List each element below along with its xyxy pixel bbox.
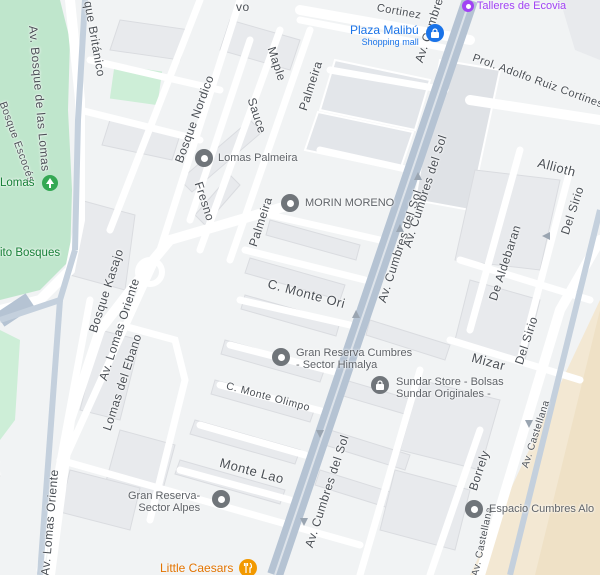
road-label-partial: vo — [236, 0, 250, 14]
poi-sublabel: Shopping mall — [361, 37, 419, 47]
poi-sublabel: Sector Alpes — [138, 502, 201, 514]
shopping-bag-icon[interactable] — [426, 24, 444, 42]
shopping-bag-icon[interactable] — [371, 376, 389, 394]
poi-label: Gran Reserva Cumbres — [296, 347, 413, 359]
location-pin-icon[interactable] — [281, 194, 299, 212]
poi-plaza-malibu[interactable]: Plaza Malibú Shopping mall — [350, 23, 419, 47]
poi-sundar-store[interactable]: Sundar Store - Bolsas Sundar Originales … — [396, 376, 504, 400]
poi-espacio-cumbres[interactable]: Espacio Cumbres Alo — [489, 503, 594, 515]
poi-gran-reserva-alpes[interactable]: Gran Reserva- Sector Alpes — [128, 490, 200, 514]
location-pin-icon[interactable] — [212, 490, 230, 508]
poi-label: Plaza Malibú — [350, 23, 419, 37]
poi-lomas-palmeira[interactable]: Lomas Palmeira — [218, 152, 297, 164]
poi-little-caesars[interactable]: Little Caesars — [160, 561, 233, 575]
poi-morin-moreno[interactable]: MORIN MORENO — [305, 197, 394, 209]
map-canvas[interactable]: Av. Cumbres del Sol Av. Cumbres del Sol … — [0, 0, 600, 575]
poi-talleres-de-ecovia[interactable]: Talleres de Ecovia — [462, 0, 567, 13]
poi-label: Talleres de Ecovia — [476, 0, 567, 12]
fork-knife-icon[interactable] — [239, 559, 257, 575]
park-label-bosques: ito Bosques — [0, 247, 61, 259]
park-label-lomas: Lomas — [0, 177, 35, 189]
poi-sublabel: - Sector Himalya — [296, 359, 378, 371]
poi-sublabel: Sundar Originales - — [396, 388, 491, 400]
poi-label: Gran Reserva- — [128, 490, 201, 502]
location-pin-icon[interactable] — [195, 149, 213, 167]
poi-label: Sundar Store - Bolsas — [396, 376, 504, 388]
location-pin-icon — [462, 0, 474, 13]
location-pin-icon[interactable] — [272, 348, 290, 366]
poi-gran-reserva-himalaya[interactable]: Gran Reserva Cumbres - Sector Himalya — [296, 347, 412, 371]
location-pin-icon[interactable] — [465, 500, 483, 518]
tree-icon[interactable] — [42, 175, 58, 191]
